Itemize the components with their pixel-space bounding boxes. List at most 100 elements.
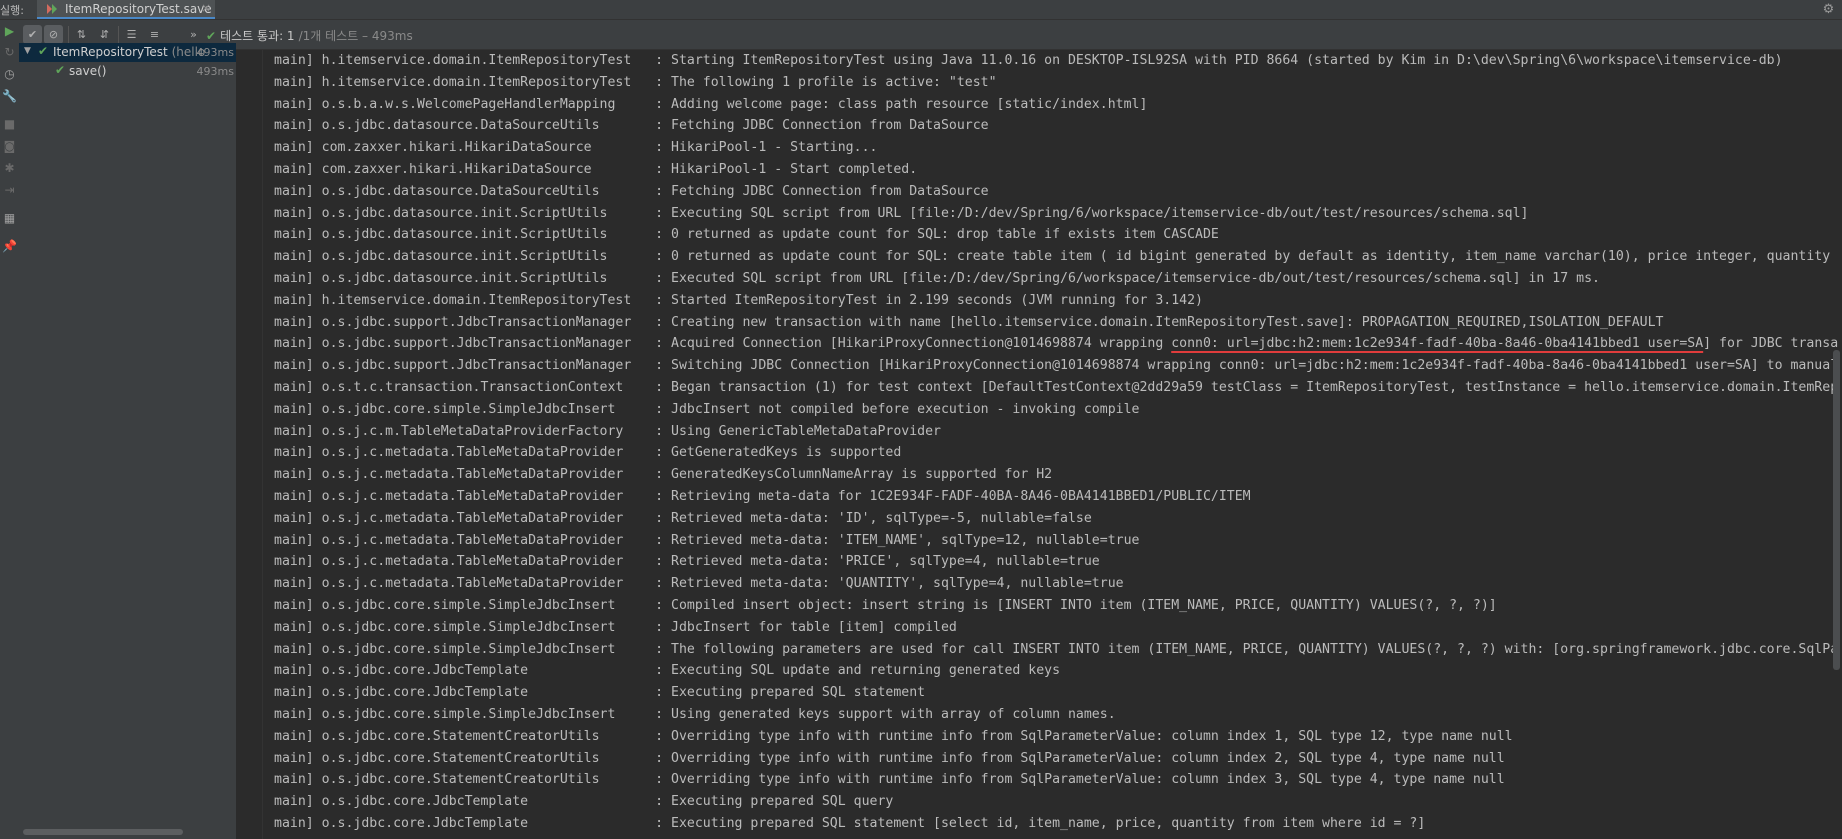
toolbar-separator — [118, 26, 119, 43]
toggle-auto-test-icon[interactable]: ◷ — [1, 66, 18, 83]
log-message: Fetching JDBC Connection from DataSource — [671, 118, 989, 134]
stop-icon[interactable]: ■ — [1, 116, 18, 133]
log-thread: main] — [274, 423, 314, 439]
log-thread: main] — [274, 794, 314, 810]
vertical-scrollbar[interactable] — [1833, 350, 1840, 670]
log-message: Retrieved meta-data: 'PRICE', sqlType=4,… — [671, 554, 1100, 570]
log-thread: main] — [274, 641, 314, 657]
tree-row-root-inner[interactable]: ▼ ✔ ItemRepositoryTest (hello 493ms — [19, 43, 236, 62]
log-line: main] o.s.jdbc.support.JdbcTransactionMa… — [274, 312, 1838, 334]
log-logger: o.s.jdbc.core.simple.SimpleJdbcInsert — [321, 597, 648, 613]
log-thread: main] — [274, 467, 314, 483]
log-separator: : — [647, 249, 672, 265]
log-thread: main] — [274, 685, 314, 701]
log-thread: main] — [274, 74, 314, 90]
more-actions-icon[interactable]: » — [184, 25, 203, 44]
log-thread: main] — [274, 532, 314, 548]
log-thread: main] — [274, 227, 314, 243]
log-line: main] o.s.b.a.w.s.WelcomePageHandlerMapp… — [274, 94, 1838, 116]
log-logger: o.s.j.c.metadata.TableMetaDataProvider — [321, 576, 648, 592]
layout-icon[interactable]: ▦ — [1, 210, 18, 227]
show-passed-icon[interactable]: ✔ — [23, 25, 42, 44]
sort-alphabetically-icon[interactable]: ⇅ — [72, 25, 91, 44]
passed-check-icon: ✔ — [206, 29, 217, 43]
debug-icon[interactable]: ✱ — [1, 160, 18, 177]
console-output[interactable]: main] h.itemservice.domain.ItemRepositor… — [237, 50, 1842, 839]
log-line: main] h.itemservice.domain.ItemRepositor… — [274, 50, 1838, 72]
expand-all-icon[interactable]: ☰ — [122, 25, 141, 44]
log-separator: : — [647, 227, 672, 243]
log-separator: : — [647, 118, 672, 134]
log-line: main] o.s.jdbc.core.simple.SimpleJdbcIns… — [274, 704, 1838, 726]
log-line: main] o.s.j.c.metadata.TableMetaDataProv… — [274, 464, 1838, 486]
tree-root-label: ItemRepositoryTest (hello — [53, 45, 205, 59]
log-logger: o.s.jdbc.support.JdbcTransactionManager — [321, 358, 648, 374]
run-tab[interactable]: ItemRepositoryTest.save × — [37, 0, 215, 19]
collapse-all-icon[interactable]: ≡ — [145, 25, 164, 44]
log-message: Using GenericTableMetaDataProvider — [671, 423, 941, 439]
log-message: Overriding type info with runtime info f… — [671, 728, 1513, 744]
sort-by-duration-icon[interactable]: ⇵ — [95, 25, 114, 44]
log-separator: : — [647, 183, 672, 199]
log-logger: o.s.j.c.metadata.TableMetaDataProvider — [321, 554, 648, 570]
log-thread: main] — [274, 118, 314, 134]
log-message: JdbcInsert not compiled before execution… — [671, 401, 1140, 417]
log-message: Retrieved meta-data: 'QUANTITY', sqlType… — [671, 576, 1124, 592]
log-logger: o.s.jdbc.core.simple.SimpleJdbcInsert — [321, 706, 648, 722]
log-line: main] o.s.j.c.m.TableMetaDataProviderFac… — [274, 421, 1838, 443]
log-message: 0 returned as update count for SQL: crea… — [671, 249, 1831, 265]
log-message: Executing prepared SQL statement — [671, 685, 926, 701]
log-logger: o.s.jdbc.core.simple.SimpleJdbcInsert — [321, 641, 648, 657]
log-line: main] o.s.jdbc.core.simple.SimpleJdbcIns… — [274, 595, 1838, 617]
log-thread: main] — [274, 249, 314, 265]
log-line: main] o.s.j.c.metadata.TableMetaDataProv… — [274, 508, 1838, 530]
log-thread: main] — [274, 358, 314, 374]
log-thread: main] — [274, 619, 314, 635]
test-runner-toolbar: ✔ ⊘ ⇅ ⇵ ☰ ≡ » ✔ 테스트 통과: 1/1개 테스트 – 493ms — [19, 20, 1842, 50]
log-logger: o.s.jdbc.core.JdbcTemplate — [321, 815, 648, 831]
log-separator: : — [647, 358, 672, 374]
show-ignored-icon[interactable]: ⊘ — [44, 25, 63, 44]
log-line: main] o.s.jdbc.core.simple.SimpleJdbcIns… — [274, 639, 1838, 661]
console-gutter — [262, 50, 263, 839]
log-separator: : — [647, 161, 672, 177]
run-tool-window-header: 실행: ItemRepositoryTest.save × ⚙ — [0, 0, 1842, 20]
log-separator: : — [647, 205, 672, 221]
gear-icon[interactable]: ⚙ — [1820, 1, 1837, 18]
exit-icon[interactable]: ⇥ — [1, 182, 18, 199]
close-tab-icon[interactable]: × — [201, 1, 211, 15]
log-message: Overriding type info with runtime info f… — [671, 772, 1505, 788]
pin-icon[interactable]: 📌 — [1, 238, 18, 255]
rerun-failed-icon[interactable]: ↻ — [1, 44, 18, 61]
log-line: main] o.s.jdbc.datasource.DataSourceUtil… — [274, 115, 1838, 137]
log-logger: h.itemservice.domain.ItemRepositoryTest — [321, 74, 648, 90]
chevron-down-icon[interactable]: ▼ — [24, 46, 31, 56]
log-line: main] o.s.jdbc.core.StatementCreatorUtil… — [274, 748, 1838, 770]
log-separator: : — [647, 140, 672, 156]
log-logger: o.s.jdbc.core.StatementCreatorUtils — [321, 750, 648, 766]
log-logger: o.s.jdbc.core.JdbcTemplate — [321, 663, 648, 679]
log-separator: : — [647, 728, 672, 744]
log-logger: o.s.t.c.transaction.TransactionContext — [321, 379, 648, 395]
test-tree: ▼ ✔ ItemRepositoryTest (hello 493ms ✔ sa… — [19, 43, 237, 839]
log-thread: main] — [274, 314, 314, 330]
log-thread: main] — [274, 292, 314, 308]
log-thread: main] — [274, 488, 314, 504]
tree-row-save[interactable]: ✔ save() 493ms — [19, 62, 236, 81]
log-thread: main] — [274, 576, 314, 592]
passed-check-icon: ✔ — [55, 63, 66, 77]
horizontal-scrollbar[interactable] — [23, 829, 183, 835]
log-separator: : — [647, 467, 672, 483]
camera-icon[interactable]: ◙ — [1, 138, 18, 155]
log-separator: : — [647, 488, 672, 504]
log-highlight: conn0: url=jdbc:h2:mem:1c2e934f-fadf-40b… — [1171, 336, 1704, 352]
log-thread: main] — [274, 53, 314, 68]
log-thread: main] — [274, 554, 314, 570]
log-logger: o.s.j.c.metadata.TableMetaDataProvider — [321, 467, 648, 483]
log-logger: com.zaxxer.hikari.HikariDataSource — [321, 140, 648, 156]
log-separator: : — [647, 292, 672, 308]
wrench-icon[interactable]: 🔧 — [1, 88, 18, 105]
rerun-icon[interactable]: ▶ — [1, 23, 18, 40]
log-logger: h.itemservice.domain.ItemRepositoryTest — [321, 292, 648, 308]
log-logger: o.s.j.c.m.TableMetaDataProviderFactory — [321, 423, 648, 439]
